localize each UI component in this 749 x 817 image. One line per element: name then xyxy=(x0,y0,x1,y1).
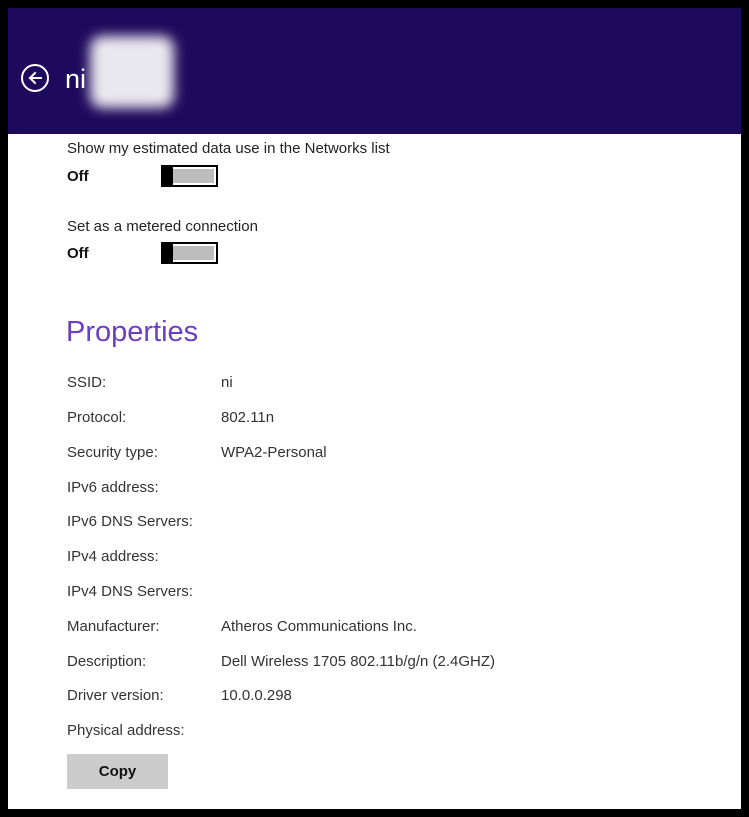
property-value: ni xyxy=(221,374,233,391)
back-arrow-icon xyxy=(28,71,42,85)
property-key: Description: xyxy=(67,653,147,670)
property-key: Protocol: xyxy=(67,409,127,426)
property-key: Manufacturer: xyxy=(67,618,160,635)
toggle-thumb xyxy=(163,244,173,262)
property-value: WPA2-Personal xyxy=(221,444,327,461)
property-value: 10.0.0.298 xyxy=(221,687,292,704)
property-row-ipv4-address: IPv4 address: xyxy=(67,547,727,567)
data-use-toggle[interactable] xyxy=(161,165,218,187)
metered-connection-setting-label: Set as a metered connection xyxy=(67,218,258,235)
property-row-ipv6-address: IPv6 address: xyxy=(67,478,727,498)
data-use-state-label: Off xyxy=(67,168,89,185)
properties-heading: Properties xyxy=(66,316,199,348)
property-key: Driver version: xyxy=(67,687,164,704)
property-row-ipv6-dns: IPv6 DNS Servers: xyxy=(67,512,727,532)
redaction-smudge xyxy=(90,36,174,108)
property-row-driver-version: Driver version: 10.0.0.298 xyxy=(67,686,727,706)
property-value: Atheros Communications Inc. xyxy=(221,618,417,635)
property-value: Dell Wireless 1705 802.11b/g/n (2.4GHZ) xyxy=(221,653,496,670)
page-header: ni xyxy=(8,8,741,134)
network-name-title: ni xyxy=(65,64,87,94)
back-button[interactable] xyxy=(21,64,49,92)
property-key: IPv4 DNS Servers: xyxy=(67,583,193,600)
property-key: IPv4 address: xyxy=(67,548,159,565)
property-row-physical-address: Physical address: xyxy=(67,721,727,741)
property-row-description: Description: Dell Wireless 1705 802.11b/… xyxy=(67,652,727,672)
network-settings-page: ni Show my estimated data use in the Net… xyxy=(8,8,741,809)
property-row-ssid: SSID: ni xyxy=(67,373,727,393)
copy-button[interactable]: Copy xyxy=(67,754,168,789)
toggle-track xyxy=(173,246,214,260)
property-key: Physical address: xyxy=(67,722,185,739)
data-use-setting-label: Show my estimated data use in the Networ… xyxy=(67,140,390,157)
property-row-manufacturer: Manufacturer: Atheros Communications Inc… xyxy=(67,617,727,637)
property-key: IPv6 DNS Servers: xyxy=(67,513,193,530)
metered-connection-toggle[interactable] xyxy=(161,242,218,264)
toggle-thumb xyxy=(163,167,173,185)
property-key: Security type: xyxy=(67,444,158,461)
metered-connection-state-label: Off xyxy=(67,245,89,262)
property-value: 802.11n xyxy=(221,409,275,426)
toggle-track xyxy=(173,169,214,183)
property-row-security-type: Security type: WPA2-Personal xyxy=(67,443,727,463)
property-key: IPv6 address: xyxy=(67,479,159,496)
property-key: SSID: xyxy=(67,374,107,391)
property-row-protocol: Protocol: 802.11n xyxy=(67,408,727,428)
property-row-ipv4-dns: IPv4 DNS Servers: xyxy=(67,582,727,602)
